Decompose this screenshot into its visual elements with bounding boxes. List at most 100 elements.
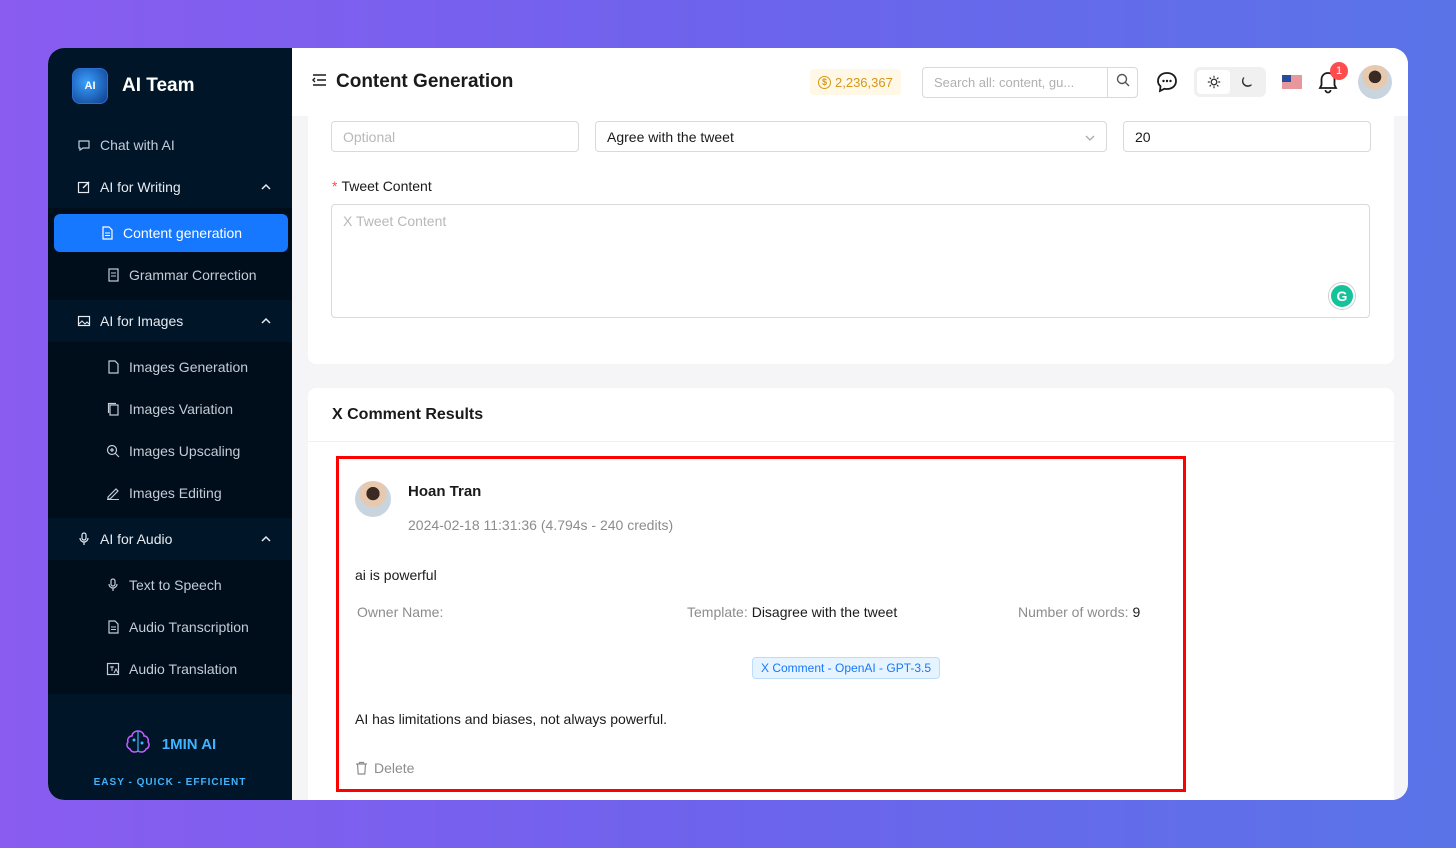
microphone-icon	[76, 531, 92, 547]
theme-toggle[interactable]	[1194, 67, 1266, 97]
search-button[interactable]	[1107, 68, 1137, 97]
search-box	[922, 67, 1138, 98]
sidebar-item-images-upscaling[interactable]: Images Upscaling	[54, 430, 288, 472]
sidebar-item-label: Audio Transcription	[129, 619, 249, 635]
main-area: Content Generation $ 2,236,367 Search al…	[292, 48, 1408, 800]
chevron-up-icon	[260, 532, 272, 548]
tweet-content-textarea[interactable]: X Tweet Content G	[331, 204, 1370, 318]
sidebar-item-images-editing[interactable]: Images Editing	[54, 472, 288, 514]
coin-icon: $	[818, 75, 831, 89]
sidebar-item-label: AI for Images	[100, 313, 184, 329]
menu-fold-icon[interactable]	[310, 71, 328, 94]
search-icon	[1116, 73, 1130, 92]
template-field: Template: Disagree with the tweet	[687, 604, 898, 620]
sidebar-item-ai-audio[interactable]: AI for Audio	[48, 518, 292, 560]
sidebar-item-images-generation[interactable]: Images Generation	[54, 346, 288, 388]
result-avatar	[355, 481, 391, 517]
results-title: X Comment Results	[308, 388, 1394, 442]
chat-bubble-icon[interactable]	[1154, 69, 1180, 95]
notification-badge: 1	[1330, 62, 1348, 80]
sidebar-item-audio-translation[interactable]: Audio Translation	[54, 648, 288, 690]
words-label: Number of words	[1018, 604, 1125, 620]
sidebar-item-grammar-correction[interactable]: Grammar Correction	[54, 254, 288, 296]
page-title: Content Generation	[336, 71, 514, 92]
sidebar: AI AI Team Chat with AI AI for Writing C…	[48, 48, 292, 800]
us-flag-icon[interactable]	[1282, 75, 1302, 89]
tweet-content-label-text: Tweet Content	[341, 178, 432, 194]
sidebar-item-label: Content generation	[123, 225, 243, 241]
file-icon	[99, 225, 115, 241]
copy-icon	[105, 401, 121, 417]
trash-icon	[355, 761, 368, 775]
brand-name: AI Team	[122, 75, 195, 96]
tweet-content-label: * Tweet Content	[332, 178, 432, 194]
sidebar-item-content-generation[interactable]: Content generation	[54, 214, 288, 252]
sidebar-item-ai-images[interactable]: AI for Images	[48, 300, 292, 342]
form-card: Optional Agree with the tweet 20 * Tweet …	[308, 116, 1394, 364]
user-avatar[interactable]	[1358, 65, 1392, 99]
owner-name-field: Owner Name:	[357, 604, 444, 620]
sidebar-item-label: Images Upscaling	[129, 443, 241, 459]
result-meta: 2024-02-18 11:31:36 (4.794s - 240 credit…	[408, 517, 674, 533]
sidebar-item-label: Chat with AI	[100, 137, 175, 153]
words-value: 9	[1132, 604, 1141, 620]
sidebar-item-label: AI for Writing	[100, 179, 181, 195]
sidebar-item-label: Grammar Correction	[129, 267, 257, 283]
credits-value: 2,236,367	[835, 74, 893, 90]
file-icon	[105, 359, 121, 375]
grammarly-icon[interactable]: G	[1329, 283, 1355, 309]
submenu-audio: Text to Speech Audio Transcription Audio…	[48, 560, 292, 694]
result-item: Hoan Tran 2024-02-18 11:31:36 (4.794s - …	[336, 456, 1186, 792]
brand-logo: AI	[72, 68, 108, 104]
brain-logo-icon	[124, 728, 152, 761]
microphone-icon	[105, 577, 121, 593]
delete-button[interactable]: Delete	[355, 760, 414, 776]
template-label: Template	[687, 604, 744, 620]
optional-input[interactable]: Optional	[331, 121, 579, 152]
search-input[interactable]	[923, 68, 1107, 97]
template-value: Disagree with the tweet	[751, 604, 898, 620]
footer-name: 1MIN AI	[161, 736, 217, 753]
owner-name-label: Owner Name	[357, 604, 440, 620]
sidebar-item-images-variation[interactable]: Images Variation	[54, 388, 288, 430]
chat-icon	[76, 137, 92, 153]
chevron-down-icon	[1084, 131, 1096, 147]
moon-icon[interactable]	[1230, 70, 1263, 94]
sidebar-item-label: Images Editing	[129, 485, 222, 501]
submenu-writing: Content generation Grammar Correction	[48, 208, 292, 300]
words-input[interactable]: 20	[1123, 121, 1371, 152]
sun-icon[interactable]	[1197, 70, 1230, 94]
delete-label: Delete	[374, 760, 415, 776]
submenu-images: Images Generation Images Variation Image…	[48, 342, 292, 518]
header: Content Generation $ 2,236,367 Search al…	[292, 48, 1408, 116]
sidebar-item-label: Audio Translation	[129, 661, 238, 677]
brand[interactable]: AI AI Team	[48, 48, 292, 124]
sidebar-item-label: Images Variation	[129, 401, 234, 417]
results-card: X Comment Results Hoan Tran 2024-02-18 1…	[308, 388, 1394, 800]
result-user-name: Hoan Tran	[408, 483, 482, 500]
sidebar-item-label: AI for Audio	[100, 531, 173, 547]
sidebar-item-label: Images Generation	[129, 359, 249, 375]
sidebar-item-ai-writing[interactable]: AI for Writing	[48, 166, 292, 208]
app-window: AI AI Team Chat with AI AI for Writing C…	[48, 48, 1408, 800]
content: Optional Agree with the tweet 20 * Tweet …	[308, 116, 1394, 800]
footer-brand: 1MIN AI EASY - QUICK - EFFICIENT	[48, 728, 292, 788]
tweet-content-placeholder: X Tweet Content	[343, 213, 447, 229]
sidebar-item-audio-transcription[interactable]: Audio Transcription	[54, 606, 288, 648]
translate-icon	[105, 661, 121, 677]
sidebar-item-text-to-speech[interactable]: Text to Speech	[54, 564, 288, 606]
edit-icon	[76, 179, 92, 195]
words-field: Number of words: 9	[1018, 604, 1141, 620]
checklist-icon	[105, 267, 121, 283]
sidebar-item-chat[interactable]: Chat with AI	[48, 124, 292, 166]
template-select-value: Agree with the tweet	[607, 128, 734, 145]
file-icon	[105, 619, 121, 635]
credits-badge[interactable]: $ 2,236,367	[810, 69, 901, 95]
pen-icon	[105, 485, 121, 501]
result-prompt: ai is powerful	[355, 567, 437, 583]
footer-tagline: EASY - QUICK - EFFICIENT	[93, 777, 247, 788]
result-answer: AI has limitations and biases, not alway…	[355, 711, 668, 727]
chevron-up-icon	[260, 314, 272, 330]
template-select[interactable]: Agree with the tweet	[595, 121, 1107, 152]
image-icon	[76, 313, 92, 329]
